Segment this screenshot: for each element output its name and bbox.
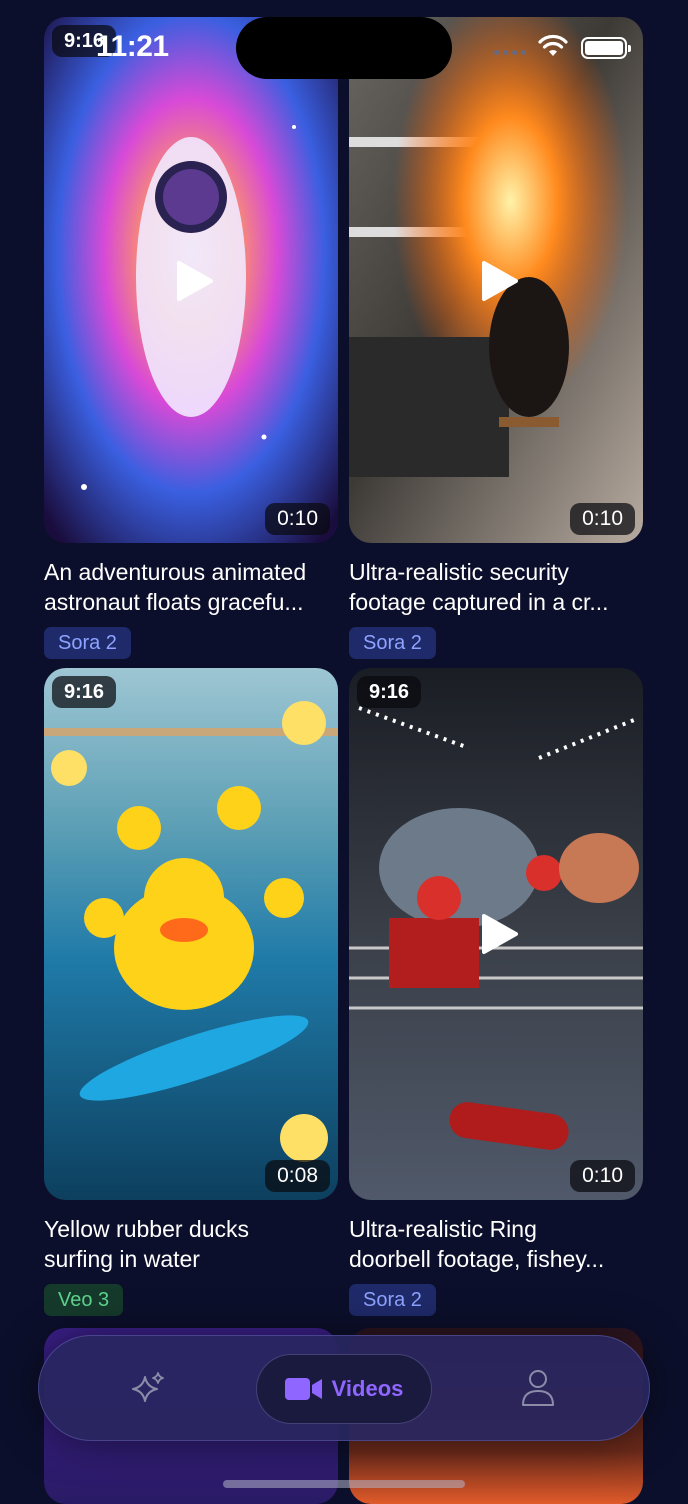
caption-line: doorbell footage, fishey... — [349, 1246, 605, 1272]
status-time: 11:21 — [96, 30, 169, 63]
video-caption: Yellow rubber ducks surfing in water — [44, 1214, 338, 1274]
battery-icon — [581, 37, 631, 59]
duration-badge: 0:10 — [570, 1160, 635, 1192]
video-thumbnail[interactable]: 0:10 — [349, 17, 643, 543]
sparkles-icon[interactable] — [129, 1369, 169, 1409]
video-caption: An adventurous animated astronaut floats… — [44, 557, 338, 617]
video-card[interactable]: 9:16 0:10 An adventurous animated astron… — [44, 17, 338, 659]
video-card[interactable]: 9:16 0:10 Ultra-realistic Ring doorbell … — [349, 668, 643, 1316]
video-card[interactable]: 9:16 0:08 Yellow rubber ducks surfing in… — [44, 668, 338, 1316]
person-icon[interactable] — [520, 1368, 556, 1408]
wifi-icon — [538, 34, 568, 56]
duration-badge: 0:10 — [570, 503, 635, 535]
model-badge: Sora 2 — [44, 627, 131, 659]
video-caption: Ultra-realistic Ring doorbell footage, f… — [349, 1214, 643, 1274]
bottom-tab-bar: Videos — [38, 1335, 650, 1441]
aspect-ratio-badge: 9:16 — [357, 676, 422, 708]
caption-line: surfing in water — [44, 1246, 200, 1272]
caption-line: An adventurous animated — [44, 559, 307, 585]
model-badge: Veo 3 — [44, 1284, 124, 1316]
caption-line: footage captured in a cr... — [349, 589, 609, 615]
video-caption: Ultra-realistic security footage capture… — [349, 557, 643, 617]
duration-badge: 0:08 — [265, 1160, 330, 1192]
cellular-signal-icon — [494, 50, 526, 55]
home-indicator — [223, 1480, 465, 1488]
video-thumbnail[interactable]: 9:16 0:08 — [44, 668, 338, 1200]
video-camera-icon — [284, 1378, 322, 1400]
caption-line: astronaut floats gracefu... — [44, 589, 304, 615]
duration-badge: 0:10 — [265, 503, 330, 535]
model-badge: Sora 2 — [349, 627, 436, 659]
dynamic-island — [236, 17, 452, 79]
tab-videos-label: Videos — [331, 1376, 404, 1401]
caption-line: Ultra-realistic Ring — [349, 1216, 537, 1242]
video-thumbnail[interactable]: 9:16 0:10 — [44, 17, 338, 543]
video-thumbnail[interactable]: 9:16 0:10 — [349, 668, 643, 1200]
video-card[interactable]: 0:10 Ultra-realistic security footage ca… — [349, 17, 643, 659]
status-bar: 11:21 — [0, 0, 688, 80]
play-icon[interactable] — [476, 259, 520, 303]
aspect-ratio-badge: 9:16 — [52, 676, 117, 708]
rubber-ducks-artwork — [44, 668, 338, 1200]
caption-line: Ultra-realistic security — [349, 559, 569, 585]
caption-line: Yellow rubber ducks — [44, 1216, 249, 1242]
play-icon[interactable] — [476, 912, 520, 956]
play-icon[interactable] — [171, 259, 215, 303]
model-badge: Sora 2 — [349, 1284, 436, 1316]
tab-videos[interactable]: Videos — [256, 1354, 432, 1424]
